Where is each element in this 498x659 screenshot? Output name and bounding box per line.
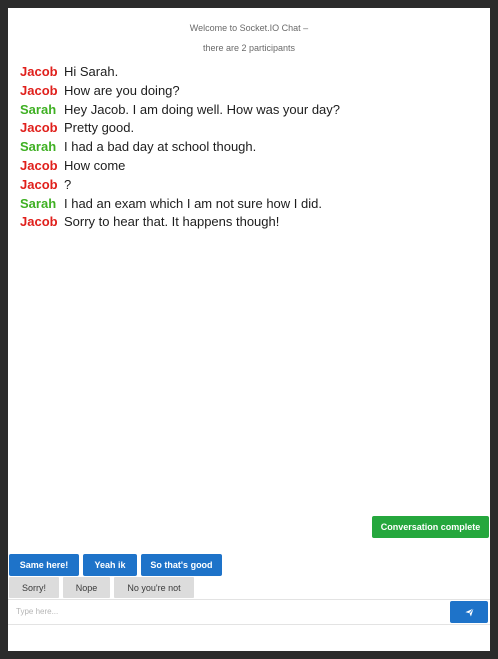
message-row: Jacob Pretty good. [20,119,480,138]
message-row: Jacob Hi Sarah. [20,63,480,82]
message-sender: Jacob [20,64,58,79]
message-sender: Jacob [20,157,58,173]
send-button[interactable] [450,601,488,623]
suggestion-button-so-thats-good[interactable]: So that's good [141,554,222,576]
message-list: Jacob Hi Sarah. Jacob How are you doing? S… [20,63,480,232]
message-sender: Sarah [20,195,57,211]
chat-window: Welcome to Socket.IO Chat – there are 2 … [8,8,490,651]
message-text: I had a bad day at school though. [64,139,257,155]
message-text: Pretty good. [64,120,135,136]
message-text: How are you doing? [64,82,180,98]
message-text: Hi Sarah. [64,64,119,79]
composer [8,599,490,625]
welcome-text: Welcome to Socket.IO Chat – [189,23,309,33]
quick-reply-nope[interactable]: Nope [63,577,110,598]
message-row: Sarah I had a bad day at school though. [20,138,480,157]
message-row: Sarah Hey Jacob. I am doing well. How was… [20,101,480,120]
quick-reply-sorry[interactable]: Sorry! [9,577,59,598]
message-text: I had an exam which I am not sure how I … [64,195,322,211]
send-icon [450,607,488,617]
suggestion-button-yeah-ik[interactable]: Yeah ik [83,554,137,576]
message-sender: Jacob [20,120,58,136]
message-input[interactable] [10,601,450,622]
message-sender: Sarah [20,139,57,155]
message-row: Sarah I had an exam which I am not sure h… [20,195,480,214]
message-row: Jacob How are you doing? [20,82,480,101]
message-text: Sorry to hear that. It happens though! [64,214,280,230]
message-text: Hey Jacob. I am doing well. How was your… [64,101,341,117]
participants-count: there are 2 participants [202,43,296,53]
conversation-complete-button[interactable]: Conversation complete [372,516,489,538]
suggestion-button-same-here[interactable]: Same here! [9,554,79,576]
message-text: ? [64,176,72,192]
quick-reply-no-youre-not[interactable]: No you're not [114,577,194,598]
message-row: Jacob? [20,176,480,195]
message-sender: Jacob [20,214,58,230]
message-row: Jacob How come [20,157,480,176]
message-text: How come [64,157,126,173]
message-row: Jacob Sorry to hear that. It happens thou… [20,213,480,232]
message-sender: Jacob [20,82,58,98]
message-sender: Sarah [20,101,57,117]
message-sender: Jacob [20,176,58,192]
